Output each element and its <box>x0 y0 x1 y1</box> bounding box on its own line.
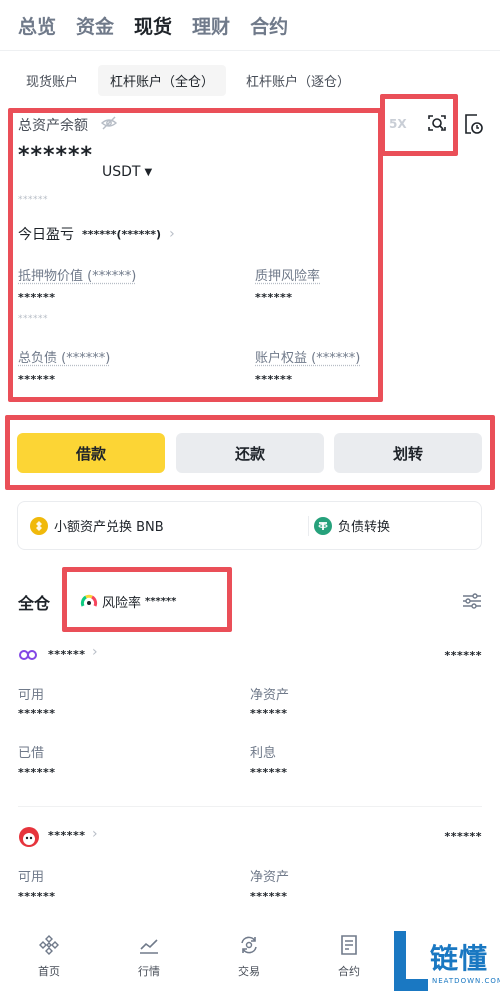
caret-down-icon: ▼ <box>144 166 153 178</box>
currency-label: USDT <box>102 164 141 180</box>
net-assets-value: ****** <box>250 707 288 720</box>
collateral-risk-value: ****** <box>255 291 293 304</box>
interest-value: ****** <box>250 766 288 779</box>
tab-futures[interactable]: 合约 <box>250 12 288 39</box>
bnb-icon <box>30 516 48 535</box>
tether-icon <box>314 516 332 535</box>
chart-icon <box>140 939 158 954</box>
tab-cross-margin[interactable]: 杠杆账户（全仓） <box>98 65 227 96</box>
row-divider <box>18 806 482 807</box>
borrowed-label: 已借 <box>18 746 45 761</box>
nav-label: 行情 <box>138 965 160 978</box>
nav-label: 交易 <box>238 965 260 978</box>
pnl-value: ******(******) <box>82 227 162 241</box>
tab-isolated-margin[interactable]: 杠杆账户（逐仓） <box>234 65 362 96</box>
transfer-button[interactable]: 划转 <box>334 433 482 473</box>
watermark: 链懂 NEATDOWN.COM <box>388 925 500 998</box>
available-value: ****** <box>18 890 56 903</box>
coin-total: ****** <box>444 649 482 662</box>
daily-pnl-row[interactable]: 今日盈亏 ******(******) › <box>18 224 175 244</box>
watermark-logo-icon <box>394 931 428 991</box>
small-assets-convert[interactable]: 小额资产兑换 BNB <box>30 516 164 535</box>
chevron-right-icon: › <box>92 826 98 842</box>
coin-total: ****** <box>444 830 482 843</box>
collateral-value-label[interactable]: 抵押物价值 (******) <box>18 265 136 284</box>
account-equity-value: ****** <box>255 373 293 386</box>
chevron-right-icon: › <box>92 644 98 660</box>
pnl-label: 今日盈亏 <box>18 227 74 243</box>
watermark-url: NEATDOWN.COM <box>432 977 500 985</box>
risk-value: ****** <box>145 596 177 607</box>
nav-label: 首页 <box>38 965 60 978</box>
coin-name[interactable]: ****** <box>48 648 86 661</box>
history-icon[interactable] <box>462 112 484 136</box>
debt-transfer[interactable]: 负债转换 <box>314 516 390 535</box>
risk-gauge-icon <box>80 594 98 607</box>
collateral-risk-label[interactable]: 质押风险率 <box>255 265 320 284</box>
convert-card: 小额资产兑换 BNB 负债转换 <box>17 501 482 550</box>
total-assets-label: 总资产余额 <box>18 118 88 134</box>
watermark-text: 链懂 <box>430 942 489 975</box>
available-label: 可用 <box>18 870 45 885</box>
total-balance: ****** <box>18 143 94 168</box>
total-debt-value: ****** <box>18 373 56 386</box>
balance-sub-value: ****** <box>18 195 48 205</box>
nav-markets[interactable]: 行情 <box>119 933 179 979</box>
repay-button[interactable]: 还款 <box>176 433 324 473</box>
coin-icon <box>19 650 37 660</box>
tab-funding[interactable]: 资金 <box>76 12 114 39</box>
top-divider <box>0 50 500 51</box>
tab-overview[interactable]: 总览 <box>18 12 56 39</box>
borrow-button[interactable]: 借款 <box>17 433 165 473</box>
futures-icon <box>341 935 357 955</box>
filter-settings-icon[interactable] <box>461 591 483 611</box>
tab-earn[interactable]: 理财 <box>192 12 230 39</box>
risk-ratio[interactable]: 风险率 ****** <box>80 592 176 611</box>
interest-label: 利息 <box>250 746 277 761</box>
total-debt-label[interactable]: 总负债 (******) <box>18 347 110 366</box>
available-label: 可用 <box>18 688 45 703</box>
chevron-right-icon: › <box>169 226 175 242</box>
coin-icon <box>19 827 39 847</box>
nav-home[interactable]: 首页 <box>19 933 79 979</box>
hide-balance-icon[interactable] <box>100 115 118 131</box>
account-equity-label[interactable]: 账户权益 (******) <box>255 347 360 366</box>
nav-trade[interactable]: 交易 <box>219 933 279 979</box>
binance-logo-icon <box>39 935 59 955</box>
coin-name[interactable]: ****** <box>48 829 86 842</box>
leverage-badge: 5X <box>389 117 407 131</box>
pnl-analysis-icon[interactable] <box>426 112 448 134</box>
net-assets-value: ****** <box>250 890 288 903</box>
risk-label: 风险率 <box>102 596 142 611</box>
debt-transfer-label: 负债转换 <box>338 520 391 535</box>
account-type-tabs: 现货账户 杠杆账户（全仓） 杠杆账户（逐仓） <box>14 65 362 96</box>
net-assets-label: 净资产 <box>250 688 290 703</box>
main-tab-bar: 总览 资金 现货 理财 合约 <box>18 12 288 39</box>
collateral-sub-value: ****** <box>18 314 48 324</box>
tab-spot[interactable]: 现货 <box>134 12 172 39</box>
trade-icon <box>241 936 257 954</box>
nav-label: 合约 <box>338 965 360 978</box>
small-assets-label: 小额资产兑换 BNB <box>54 520 164 535</box>
tab-spot-account[interactable]: 现货账户 <box>14 65 90 96</box>
available-value: ****** <box>18 707 56 720</box>
nav-futures[interactable]: 合约 <box>319 933 379 979</box>
currency-selector[interactable]: USDT ▼ <box>102 164 152 180</box>
collateral-value: ****** <box>18 291 56 304</box>
card-separator <box>308 516 309 536</box>
borrowed-value: ****** <box>18 766 56 779</box>
cross-section-title: 全仓 <box>18 594 51 613</box>
net-assets-label: 净资产 <box>250 870 290 885</box>
